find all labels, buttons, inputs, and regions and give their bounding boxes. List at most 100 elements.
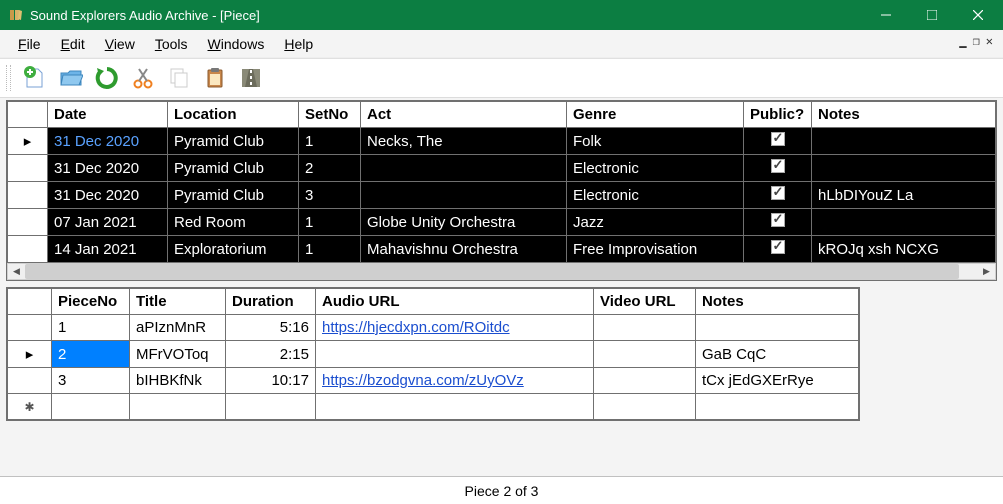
- open-button[interactable]: [55, 62, 87, 94]
- new-row[interactable]: ✱: [8, 394, 859, 420]
- minimize-button[interactable]: [863, 0, 909, 30]
- menu-windows[interactable]: Windows: [200, 33, 273, 55]
- row-indicator[interactable]: [8, 368, 52, 394]
- paste-button[interactable]: [199, 62, 231, 94]
- col-notes[interactable]: Notes: [812, 102, 996, 128]
- table-row[interactable]: 31 Dec 2020Pyramid Club2 Electronic: [8, 155, 996, 182]
- checkbox-icon[interactable]: [771, 132, 785, 146]
- menu-help[interactable]: Help: [276, 33, 321, 55]
- cell-setno[interactable]: 2: [299, 155, 361, 182]
- scroll-right-icon[interactable]: ▶: [978, 264, 995, 279]
- mdi-close-icon[interactable]: ✕: [986, 34, 993, 48]
- col-date[interactable]: Date: [48, 102, 168, 128]
- cell-setno[interactable]: 1: [299, 209, 361, 236]
- cell-notes[interactable]: tCx jEdGXErRye: [696, 368, 859, 394]
- cell-genre[interactable]: Electronic: [567, 182, 744, 209]
- menu-view[interactable]: View: [97, 33, 143, 55]
- cell-title[interactable]: bIHBKfNk: [130, 368, 226, 394]
- row-indicator[interactable]: [8, 182, 48, 209]
- cell-location[interactable]: Exploratorium: [168, 236, 299, 263]
- new-button[interactable]: [19, 62, 51, 94]
- col-setno[interactable]: SetNo: [299, 102, 361, 128]
- col-notes2[interactable]: Notes: [696, 289, 859, 315]
- cell-audio[interactable]: https://hjecdxpn.com/ROitdc: [316, 315, 594, 341]
- col-genre[interactable]: Genre: [567, 102, 744, 128]
- cell-setno[interactable]: 1: [299, 236, 361, 263]
- cell-audio[interactable]: [316, 341, 594, 368]
- mdi-restore-icon[interactable]: ❐: [973, 34, 980, 48]
- cell-date[interactable]: 31 Dec 2020: [48, 128, 168, 155]
- scroll-left-icon[interactable]: ◀: [8, 264, 25, 279]
- col-public[interactable]: Public?: [744, 102, 812, 128]
- close-button[interactable]: [955, 0, 1001, 30]
- checkbox-icon[interactable]: [771, 240, 785, 254]
- cell-act[interactable]: Globe Unity Orchestra: [361, 209, 567, 236]
- menu-tools[interactable]: Tools: [147, 33, 196, 55]
- cell-duration[interactable]: 2:15: [226, 341, 316, 368]
- row-indicator[interactable]: [8, 155, 48, 182]
- col-location[interactable]: Location: [168, 102, 299, 128]
- cell-public[interactable]: [744, 128, 812, 155]
- row-indicator[interactable]: [8, 315, 52, 341]
- col-pieceno[interactable]: PieceNo: [52, 289, 130, 315]
- cell-act[interactable]: Mahavishnu Orchestra: [361, 236, 567, 263]
- table-row[interactable]: 14 Jan 2021Exploratorium1Mahavishnu Orch…: [8, 236, 996, 263]
- table-row[interactable]: ▸2MFrVOToq2:15 GaB CqC: [8, 341, 859, 368]
- row-indicator[interactable]: ▸: [8, 341, 52, 368]
- cell-public[interactable]: [744, 155, 812, 182]
- table-row[interactable]: 07 Jan 2021Red Room1Globe Unity Orchestr…: [8, 209, 996, 236]
- col-audio-url[interactable]: Audio URL: [316, 289, 594, 315]
- cell-pieceno[interactable]: 1: [52, 315, 130, 341]
- checkbox-icon[interactable]: [771, 159, 785, 173]
- cell-act[interactable]: [361, 155, 567, 182]
- cell-location[interactable]: Pyramid Club: [168, 155, 299, 182]
- cell-date[interactable]: 31 Dec 2020: [48, 155, 168, 182]
- cell-duration[interactable]: 5:16: [226, 315, 316, 341]
- cell-public[interactable]: [744, 182, 812, 209]
- h-scrollbar[interactable]: ◀ ▶: [7, 263, 996, 280]
- table-row[interactable]: 3bIHBKfNk10:17 https://bzodgvna.com/zUyOV…: [8, 368, 859, 394]
- table-row[interactable]: 31 Dec 2020Pyramid Club3ElectronichLbDIY…: [8, 182, 996, 209]
- cell-date[interactable]: 31 Dec 2020: [48, 182, 168, 209]
- cell-public[interactable]: [744, 236, 812, 263]
- cell-audio[interactable]: https://bzodgvna.com/zUyOVz: [316, 368, 594, 394]
- cell-notes[interactable]: hLbDIYouZ La: [812, 182, 996, 209]
- checkbox-icon[interactable]: [771, 213, 785, 227]
- scroll-thumb[interactable]: [25, 264, 959, 279]
- cell-notes[interactable]: [812, 155, 996, 182]
- cell-setno[interactable]: 1: [299, 128, 361, 155]
- col-duration[interactable]: Duration: [226, 289, 316, 315]
- cell-public[interactable]: [744, 209, 812, 236]
- cell-setno[interactable]: 3: [299, 182, 361, 209]
- mdi-minimize-icon[interactable]: ▁: [959, 34, 966, 48]
- audio-link[interactable]: https://bzodgvna.com/zUyOVz: [322, 372, 524, 389]
- cell-video[interactable]: [594, 368, 696, 394]
- cell-duration[interactable]: 10:17: [226, 368, 316, 394]
- col-title[interactable]: Title: [130, 289, 226, 315]
- cell-genre[interactable]: Electronic: [567, 155, 744, 182]
- cell-genre[interactable]: Jazz: [567, 209, 744, 236]
- cell-pieceno[interactable]: 2: [52, 341, 130, 368]
- menu-file[interactable]: File: [10, 33, 49, 55]
- row-indicator[interactable]: ▸: [8, 128, 48, 155]
- cell-act[interactable]: Necks, The: [361, 128, 567, 155]
- cell-title[interactable]: MFrVOToq: [130, 341, 226, 368]
- audio-link[interactable]: https://hjecdxpn.com/ROitdc: [322, 319, 510, 336]
- cell-genre[interactable]: Folk: [567, 128, 744, 155]
- cell-location[interactable]: Red Room: [168, 209, 299, 236]
- cell-notes[interactable]: kROJq xsh NCXG: [812, 236, 996, 263]
- cell-title[interactable]: aPIznMnR: [130, 315, 226, 341]
- cell-date[interactable]: 14 Jan 2021: [48, 236, 168, 263]
- cell-notes[interactable]: GaB CqC: [696, 341, 859, 368]
- col-act[interactable]: Act: [361, 102, 567, 128]
- cell-video[interactable]: [594, 315, 696, 341]
- cell-notes[interactable]: [696, 315, 859, 341]
- cell-act[interactable]: [361, 182, 567, 209]
- maximize-button[interactable]: [909, 0, 955, 30]
- menu-edit[interactable]: Edit: [53, 33, 93, 55]
- road-button[interactable]: [235, 62, 267, 94]
- cell-pieceno[interactable]: 3: [52, 368, 130, 394]
- refresh-button[interactable]: [91, 62, 123, 94]
- copy-button[interactable]: [163, 62, 195, 94]
- cell-genre[interactable]: Free Improvisation: [567, 236, 744, 263]
